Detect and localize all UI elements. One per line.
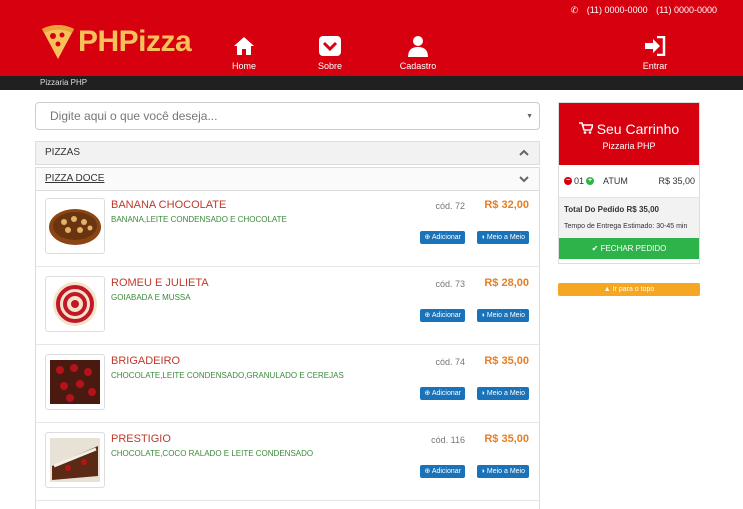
cart-title: Seu Carrinho — [559, 103, 699, 137]
half-half-button-label: Meio a Meio — [486, 234, 525, 241]
site-header: ✆ (11) 0000-0000 (11) 0000-0000 PHPizza … — [0, 0, 743, 76]
plus-circle-icon: ⊕ — [424, 234, 432, 241]
product-description: CHOCOLATE,LEITE CONDENSADO,GRANULADO E C… — [111, 371, 344, 380]
brand-logo[interactable]: PHPizza — [40, 22, 192, 62]
product-item: BANANA CHOCOLATE BANANA,LEITE CONDENSADO… — [36, 189, 539, 267]
cart-summary: Total Do Pedido R$ 35,00 Tempo de Entreg… — [559, 198, 699, 238]
pizza-slice-icon — [42, 25, 74, 59]
product-name[interactable]: ROMEU E JULIETA — [111, 277, 209, 289]
product-image — [45, 198, 105, 254]
half-half-button[interactable]: ◑ Meio a Meio — [476, 309, 529, 322]
product-image — [45, 432, 105, 488]
pocket-icon — [319, 36, 341, 56]
product-code: cód. 73 — [435, 279, 465, 289]
arrow-up-icon: ▲ — [603, 286, 613, 293]
half-half-button-label: Meio a Meio — [486, 468, 525, 475]
add-button[interactable]: ⊕ Adicionar — [420, 465, 465, 478]
product-list: BANANA CHOCOLATE BANANA,LEITE CONDENSADO… — [35, 189, 540, 509]
phone-number-2: (11) 0000-0000 — [656, 5, 717, 15]
product-item: BRIGADEIRO CHOCOLATE,LEITE CONDENSADO,GR… — [36, 345, 539, 423]
product-image — [45, 354, 105, 410]
cart-item: − 01 + ATUM R$ 35,00 — [559, 165, 699, 198]
nav-sobre[interactable]: Sobre — [300, 34, 360, 71]
product-image — [45, 276, 105, 332]
half-half-button[interactable]: ◑ Meio a Meio — [476, 387, 529, 400]
nav-entrar-label: Entrar — [642, 61, 668, 71]
cart-item-qty: 01 — [574, 176, 585, 186]
add-button[interactable]: ⊕ Adicionar — [420, 309, 465, 322]
half-half-button-label: Meio a Meio — [486, 312, 525, 319]
nav-home[interactable]: Home — [214, 34, 274, 71]
add-button-label: Adicionar — [431, 312, 461, 319]
quantity-stepper: − 01 + — [564, 176, 595, 186]
cart-panel: Seu Carrinho Pizzaria PHP − 01 + ATUM R$… — [558, 102, 700, 264]
cart-header: Seu Carrinho Pizzaria PHP — [559, 103, 699, 165]
cart-title-text: Seu Carrinho — [596, 121, 680, 137]
add-button[interactable]: ⊕ Adicionar — [420, 231, 465, 244]
cart-item-name: ATUM — [603, 176, 628, 186]
home-icon — [234, 37, 254, 55]
user-icon — [408, 36, 428, 57]
minus-circle-icon[interactable]: − — [564, 177, 572, 185]
product-name[interactable]: PRESTIGIO — [111, 433, 171, 445]
product-price: R$ 32,00 — [484, 199, 529, 211]
product-description: CHOCOLATE,COCO RALADO E LEITE CONDENSADO — [111, 449, 314, 458]
checkout-button-label: FECHAR PEDIDO — [600, 244, 667, 253]
plus-circle-icon: ⊕ — [424, 390, 432, 397]
half-half-button-label: Meio a Meio — [486, 390, 525, 397]
product-description: GOIABADA E MUSSA — [111, 293, 191, 302]
product-name[interactable]: BRIGADEIRO — [111, 355, 180, 367]
category-pizzas[interactable]: PIZZAS — [35, 141, 540, 165]
product-price: R$ 28,00 — [484, 277, 529, 289]
search-placeholder: Digite aqui o que você deseja... — [50, 109, 218, 123]
add-button[interactable]: ⊕ Adicionar — [420, 387, 465, 400]
half-half-button[interactable]: ◑ Meio a Meio — [476, 465, 529, 478]
cart-item-price: R$ 35,00 — [658, 176, 695, 186]
category-pizza-doce-label: PIZZA DOCE — [45, 173, 105, 184]
checkout-button[interactable]: ✔ FECHAR PEDIDO — [559, 238, 699, 259]
phone-numbers: ✆ (11) 0000-0000 (11) 0000-0000 — [565, 5, 717, 16]
plus-circle-icon: ⊕ — [424, 312, 432, 319]
plus-circle-icon: ⊕ — [424, 468, 432, 475]
nav-cadastro[interactable]: Cadastro — [388, 34, 448, 71]
product-name[interactable]: BANANA CHOCOLATE — [111, 199, 226, 211]
product-code: cód. 116 — [431, 435, 465, 445]
nav-sobre-label: Sobre — [317, 61, 343, 71]
add-button-label: Adicionar — [431, 468, 461, 475]
product-item: ROMEU E JULIETA GOIABADA E MUSSA cód. 73… — [36, 267, 539, 345]
scroll-to-top-button[interactable]: ▲ Ir para o topo — [558, 283, 700, 296]
half-half-button[interactable]: ◑ Meio a Meio — [476, 231, 529, 244]
product-item: PRESTIGIO CHOCOLATE,COCO RALADO E LEITE … — [36, 423, 539, 501]
search-select[interactable]: Digite aqui o que você deseja... ▼ — [35, 102, 540, 130]
nav-cadastro-label: Cadastro — [399, 61, 437, 71]
breadcrumb: Pizzaria PHP — [0, 76, 743, 90]
delivery-eta: Tempo de Entrega Estimado: 30-45 min — [564, 223, 688, 230]
category-pizzas-label: PIZZAS — [45, 147, 81, 158]
check-circle-icon: ✔ — [591, 244, 601, 253]
product-description: BANANA,LEITE CONDENSADO E CHOCOLATE — [111, 215, 287, 224]
product-price: R$ 35,00 — [484, 355, 529, 367]
product-code: cód. 72 — [435, 201, 465, 211]
product-code: cód. 74 — [435, 357, 465, 367]
sign-in-icon — [645, 36, 666, 56]
cart-subtitle: Pizzaria PHP — [602, 141, 656, 151]
phone-icon: ✆ — [570, 5, 579, 15]
nav-entrar[interactable]: Entrar — [625, 34, 685, 71]
product-price: R$ 35,00 — [484, 433, 529, 445]
add-button-label: Adicionar — [431, 234, 461, 241]
brand-name: PHPizza — [78, 25, 192, 58]
scroll-to-top-label: Ir para o topo — [612, 286, 655, 293]
caret-down-icon: ▼ — [526, 113, 533, 120]
shopping-cart-icon — [578, 121, 597, 137]
nav-home-label: Home — [231, 61, 256, 71]
plus-circle-icon[interactable]: + — [586, 177, 595, 185]
order-total: Total Do Pedido R$ 35,00 — [564, 205, 659, 214]
category-pizza-doce[interactable]: PIZZA DOCE — [35, 167, 540, 191]
add-button-label: Adicionar — [431, 390, 461, 397]
phone-number-1: (11) 0000-0000 — [586, 5, 648, 15]
